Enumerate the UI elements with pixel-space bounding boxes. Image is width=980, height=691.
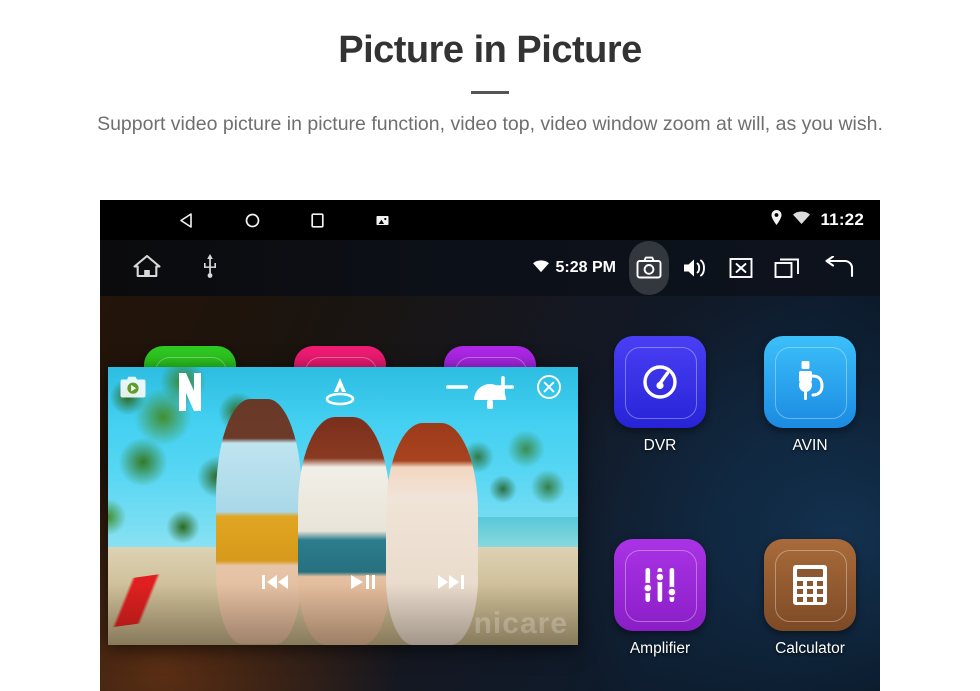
page-title: Picture in Picture <box>338 29 642 71</box>
android-nav-buttons <box>100 212 415 229</box>
plug-icon <box>764 336 856 428</box>
recent-apps-icon[interactable] <box>764 246 810 290</box>
page-subtitle: Support video picture in picture functio… <box>97 112 883 135</box>
volume-speaker-icon[interactable] <box>672 246 718 290</box>
device-app-bar: 5:28 PM <box>100 240 880 296</box>
back-arrow-icon[interactable] <box>810 246 866 290</box>
app-item-calculator[interactable]: Calculator <box>732 539 880 658</box>
app-item-avin[interactable]: AVIN <box>732 336 880 455</box>
app-bar-clock: 5:28 PM <box>555 259 616 276</box>
play-pause-icon[interactable] <box>346 569 380 595</box>
app-item-amplifier[interactable]: Amplifier <box>582 539 738 658</box>
android-status-bar: 11:22 <box>100 200 880 240</box>
page-header: Picture in Picture Support video picture… <box>0 0 980 138</box>
close-circle-icon[interactable] <box>532 370 566 404</box>
video-watermark: nicare <box>473 607 568 640</box>
device-screen: 11:22 5:28 PM DVR AVIN Amplifier Calcula… <box>100 200 880 691</box>
status-bar-right: 11:22 <box>770 200 864 240</box>
title-divider <box>471 90 509 94</box>
wifi-icon <box>792 210 811 230</box>
app-bar-left <box>100 253 218 284</box>
status-bar-clock: 11:22 <box>820 210 864 229</box>
next-track-icon[interactable] <box>434 569 468 595</box>
home-icon[interactable] <box>132 253 162 284</box>
wifi-icon <box>532 259 550 278</box>
app-label: Calculator <box>775 640 845 657</box>
camera-icon[interactable] <box>626 241 672 295</box>
calculator-icon <box>764 539 856 631</box>
previous-track-icon[interactable] <box>258 569 292 595</box>
equalizer-icon <box>614 539 706 631</box>
app-label: AVIN <box>792 437 828 454</box>
screenshot-image-icon[interactable] <box>350 213 415 228</box>
pip-media-controls <box>108 562 578 602</box>
recents-square-icon[interactable] <box>285 212 350 229</box>
close-box-icon[interactable] <box>718 246 764 290</box>
gauge-icon <box>614 336 706 428</box>
usb-icon[interactable] <box>202 253 218 284</box>
video-camera-icon <box>120 376 146 398</box>
app-label: Amplifier <box>629 640 691 657</box>
app-bar-right: 5:28 PM <box>532 240 866 296</box>
app-label: DVR <box>643 437 677 454</box>
location-pin-icon <box>770 209 783 231</box>
back-triangle-icon[interactable] <box>155 212 220 229</box>
app-item-dvr[interactable]: DVR <box>582 336 738 455</box>
home-circle-icon[interactable] <box>220 212 285 229</box>
